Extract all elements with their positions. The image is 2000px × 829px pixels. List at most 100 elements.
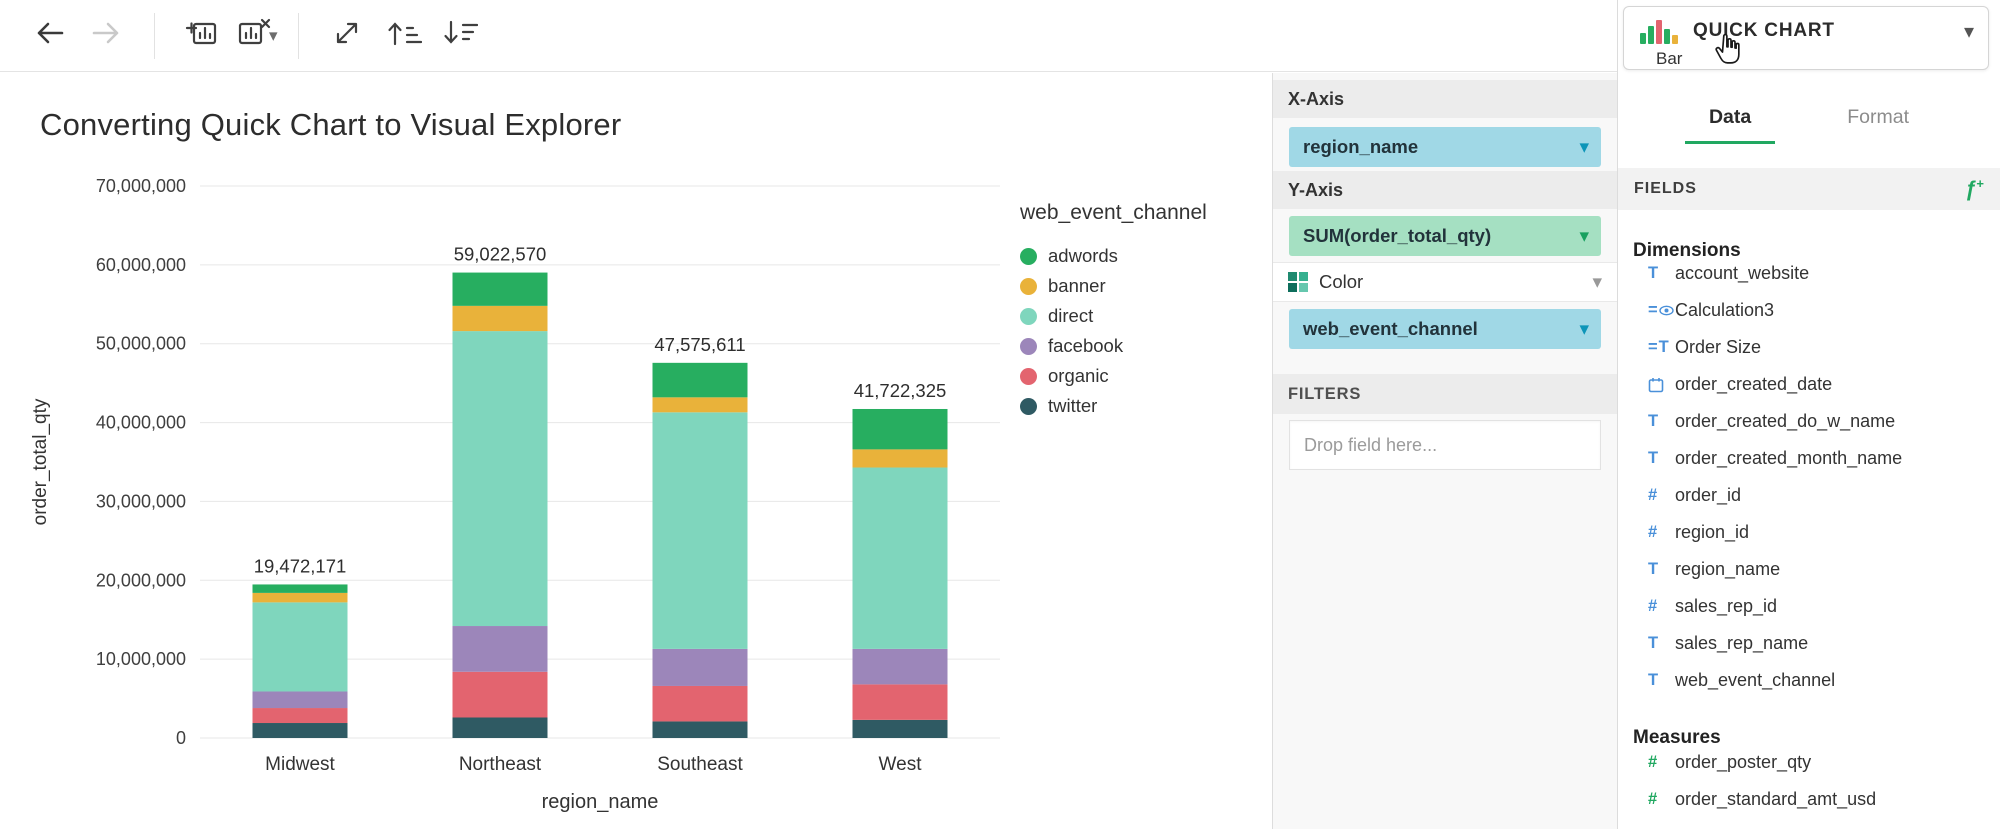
x-axis-field-label: region_name	[1303, 136, 1418, 158]
text-field-icon: T	[1648, 671, 1675, 690]
forward-button[interactable]	[78, 10, 134, 62]
swap-axes-button[interactable]	[319, 10, 375, 62]
quick-chart-option-bar[interactable]: Bar	[1656, 49, 1682, 68]
color-field-pill[interactable]: web_event_channel ▾	[1289, 309, 1601, 349]
tab-format[interactable]: Format	[1823, 102, 1933, 144]
legend-label: facebook	[1048, 335, 1123, 357]
field-item[interactable]: #region_id	[1618, 514, 2000, 551]
fields-header-label: FIELDS	[1634, 180, 1697, 198]
color-label: Color	[1319, 271, 1363, 293]
mini-bar-chart-icon	[1638, 16, 1680, 46]
number-field-icon: #	[1648, 753, 1675, 772]
chevron-down-icon[interactable]: ▾	[1592, 273, 1602, 292]
y-axis-field-label: SUM(order_total_qty)	[1303, 225, 1491, 247]
legend-item[interactable]: direct	[1020, 301, 1207, 331]
field-label: order_id	[1675, 485, 1741, 506]
svg-text:59,022,570: 59,022,570	[454, 244, 547, 265]
svg-text:Midwest: Midwest	[265, 754, 335, 775]
toolbar-divider	[298, 13, 299, 59]
back-button[interactable]	[22, 10, 78, 62]
svg-text:60,000,000: 60,000,000	[96, 255, 186, 275]
field-label: sales_rep_name	[1675, 633, 1808, 654]
toolbar: ▾	[0, 0, 1617, 72]
svg-text:40,000,000: 40,000,000	[96, 413, 186, 433]
color-encoding-row[interactable]: Color ▾	[1273, 262, 1617, 302]
measures-label: Measures	[1633, 727, 2000, 749]
dimensions-list: Taccount_website=Calculation3=TOrder Siz…	[1618, 265, 2000, 699]
field-item[interactable]: Tsales_rep_name	[1618, 625, 2000, 662]
field-item[interactable]: #order_poster_qty	[1618, 752, 2000, 781]
svg-text:0: 0	[176, 728, 186, 748]
toolbar-divider	[154, 13, 155, 59]
field-label: order_created_month_name	[1675, 448, 1902, 469]
axis-config-panel: X-Axis region_name ▾ Y-Axis SUM(order_to…	[1272, 73, 1617, 829]
field-item[interactable]: =Calculation3	[1618, 292, 2000, 329]
chevron-down-icon[interactable]: ▾	[1579, 320, 1589, 339]
legend-swatch-icon	[1020, 248, 1037, 265]
legend-item[interactable]: twitter	[1020, 391, 1207, 421]
field-label: Order Size	[1675, 337, 1761, 358]
sort-ascending-button[interactable]	[375, 10, 431, 62]
legend-swatch-icon	[1020, 338, 1037, 355]
svg-text:West: West	[879, 754, 923, 775]
field-item[interactable]: #sales_rep_id	[1618, 588, 2000, 625]
field-item[interactable]: Tregion_name	[1618, 551, 2000, 588]
legend-item[interactable]: adwords	[1020, 241, 1207, 271]
svg-text:Southeast: Southeast	[657, 754, 743, 775]
field-label: region_id	[1675, 522, 1749, 543]
field-item[interactable]: Torder_created_month_name	[1618, 440, 2000, 477]
field-label: order_standard_amt_usd	[1675, 789, 1876, 810]
chart-canvas: Converting Quick Chart to Visual Explore…	[0, 73, 1272, 829]
date-field-icon	[1648, 377, 1675, 393]
fields-section-header: FIELDS ƒ+	[1618, 168, 2000, 210]
back-arrow-icon	[32, 18, 68, 53]
field-item[interactable]: Taccount_website	[1618, 265, 2000, 292]
text-field-icon: T	[1648, 560, 1675, 579]
svg-text:50,000,000: 50,000,000	[96, 334, 186, 354]
chevron-down-icon[interactable]: ▾	[269, 26, 278, 46]
field-item[interactable]: Tweb_event_channel	[1618, 662, 2000, 699]
field-item[interactable]: order_created_date	[1618, 366, 2000, 403]
filters-drop-zone[interactable]: Drop field here...	[1289, 420, 1601, 470]
chart-legend: web_event_channel adwordsbannerdirectfac…	[1020, 201, 1207, 421]
field-label: web_event_channel	[1675, 670, 1835, 691]
field-item[interactable]: #order_id	[1618, 477, 2000, 514]
quick-chart-dropdown[interactable]: QUICK CHART ▾ Bar	[1623, 6, 1989, 70]
stacked-bar-chart[interactable]: 010,000,00020,000,00030,000,00040,000,00…	[0, 133, 1010, 825]
svg-text:41,722,325: 41,722,325	[854, 380, 947, 401]
legend-swatch-icon	[1020, 278, 1037, 295]
text-field-icon: T	[1648, 265, 1675, 283]
tab-data[interactable]: Data	[1685, 102, 1775, 144]
svg-text:10,000,000: 10,000,000	[96, 649, 186, 669]
y-axis-field-pill[interactable]: SUM(order_total_qty) ▾	[1289, 216, 1601, 256]
chevron-down-icon[interactable]: ▾	[1579, 227, 1589, 246]
sort-ascending-icon	[384, 17, 422, 54]
number-field-icon: #	[1648, 523, 1675, 542]
sort-descending-button[interactable]	[431, 10, 487, 62]
swap-axes-icon	[329, 15, 365, 56]
field-label: account_website	[1675, 265, 1809, 284]
x-axis-field-pill[interactable]: region_name ▾	[1289, 127, 1601, 167]
chevron-down-icon[interactable]: ▾	[1579, 138, 1589, 157]
legend-item[interactable]: banner	[1020, 271, 1207, 301]
number-field-icon: #	[1648, 486, 1675, 505]
field-item[interactable]: =TOrder Size	[1618, 329, 2000, 366]
svg-text:region_name: region_name	[542, 791, 659, 813]
field-item[interactable]: Torder_created_do_w_name	[1618, 403, 2000, 440]
filters-header-label: FILTERS	[1288, 385, 1361, 404]
svg-text:20,000,000: 20,000,000	[96, 570, 186, 590]
fields-panel: QUICK CHART ▾ Bar Data Format FIELDS ƒ+ …	[1617, 0, 2000, 829]
sort-descending-icon	[440, 17, 478, 54]
add-chart-button[interactable]	[175, 10, 231, 62]
remove-chart-icon	[235, 15, 271, 56]
add-calculation-icon[interactable]: ƒ+	[1965, 176, 1984, 202]
legend-item[interactable]: facebook	[1020, 331, 1207, 361]
legend-item[interactable]: organic	[1020, 361, 1207, 391]
field-label: sales_rep_id	[1675, 596, 1777, 617]
y-axis-header-label: Y-Axis	[1288, 180, 1343, 201]
chevron-down-icon[interactable]: ▾	[1964, 19, 1974, 44]
field-label: order_created_date	[1675, 374, 1832, 395]
svg-text:order_total_qty: order_total_qty	[30, 398, 51, 525]
field-item[interactable]: #order_standard_amt_usd	[1618, 781, 2000, 818]
y-axis-section-header: Y-Axis	[1273, 171, 1617, 209]
